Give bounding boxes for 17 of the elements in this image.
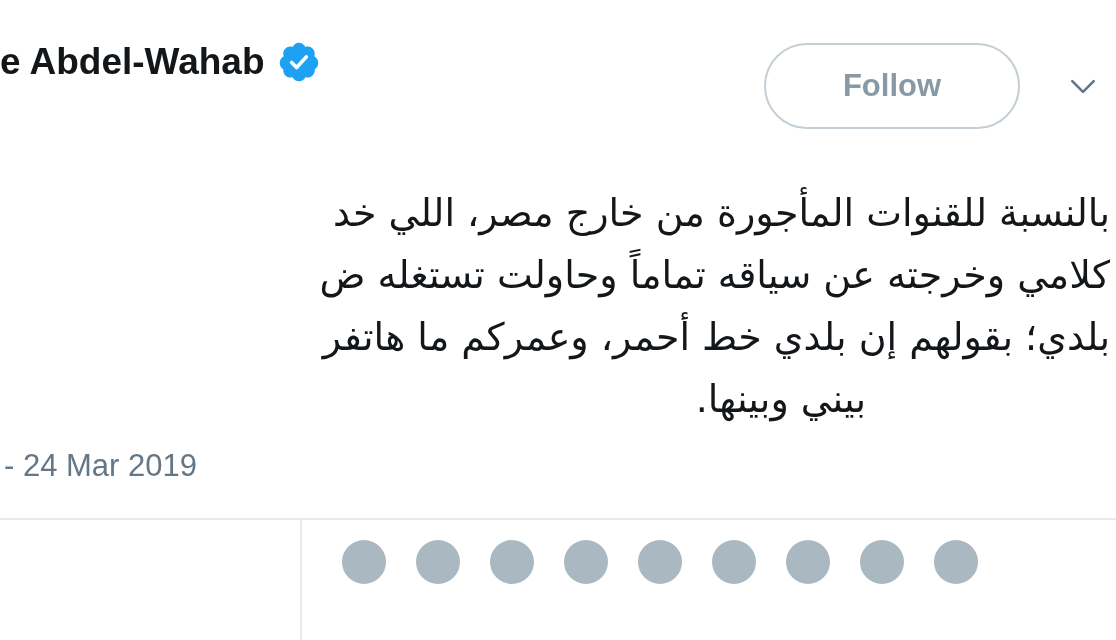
author-name[interactable]: e Abdel-Wahab (0, 41, 265, 83)
avatar-circle[interactable] (860, 540, 904, 584)
avatar-circle[interactable] (712, 540, 756, 584)
follow-button[interactable]: Follow (764, 43, 1020, 129)
avatar-circle[interactable] (638, 540, 682, 584)
avatar-circle[interactable] (416, 540, 460, 584)
avatar-circle[interactable] (934, 540, 978, 584)
chevron-down-icon[interactable] (1070, 78, 1096, 94)
tweet-timestamp[interactable]: - 24 Mar 2019 (0, 448, 1116, 484)
tweet-text-line: بيني وبينها. (695, 376, 867, 424)
avatar-circle[interactable] (490, 540, 534, 584)
avatar-circle[interactable] (342, 540, 386, 584)
tweet-text-line: بالنسبة للقنوات المأجورة من خارج مصر، اللي خد (333, 182, 1116, 244)
avatar-circle[interactable] (564, 540, 608, 584)
tweet-text-line: بلدي؛ بقولهم إن بلدي خط أحمر، وعمركم ما هاتفر (322, 306, 1116, 368)
tweet-text-line: كلامي وخرجته عن سياقه تماماً وحاولت تستغله ض (319, 244, 1116, 306)
avatar-circle[interactable] (786, 540, 830, 584)
